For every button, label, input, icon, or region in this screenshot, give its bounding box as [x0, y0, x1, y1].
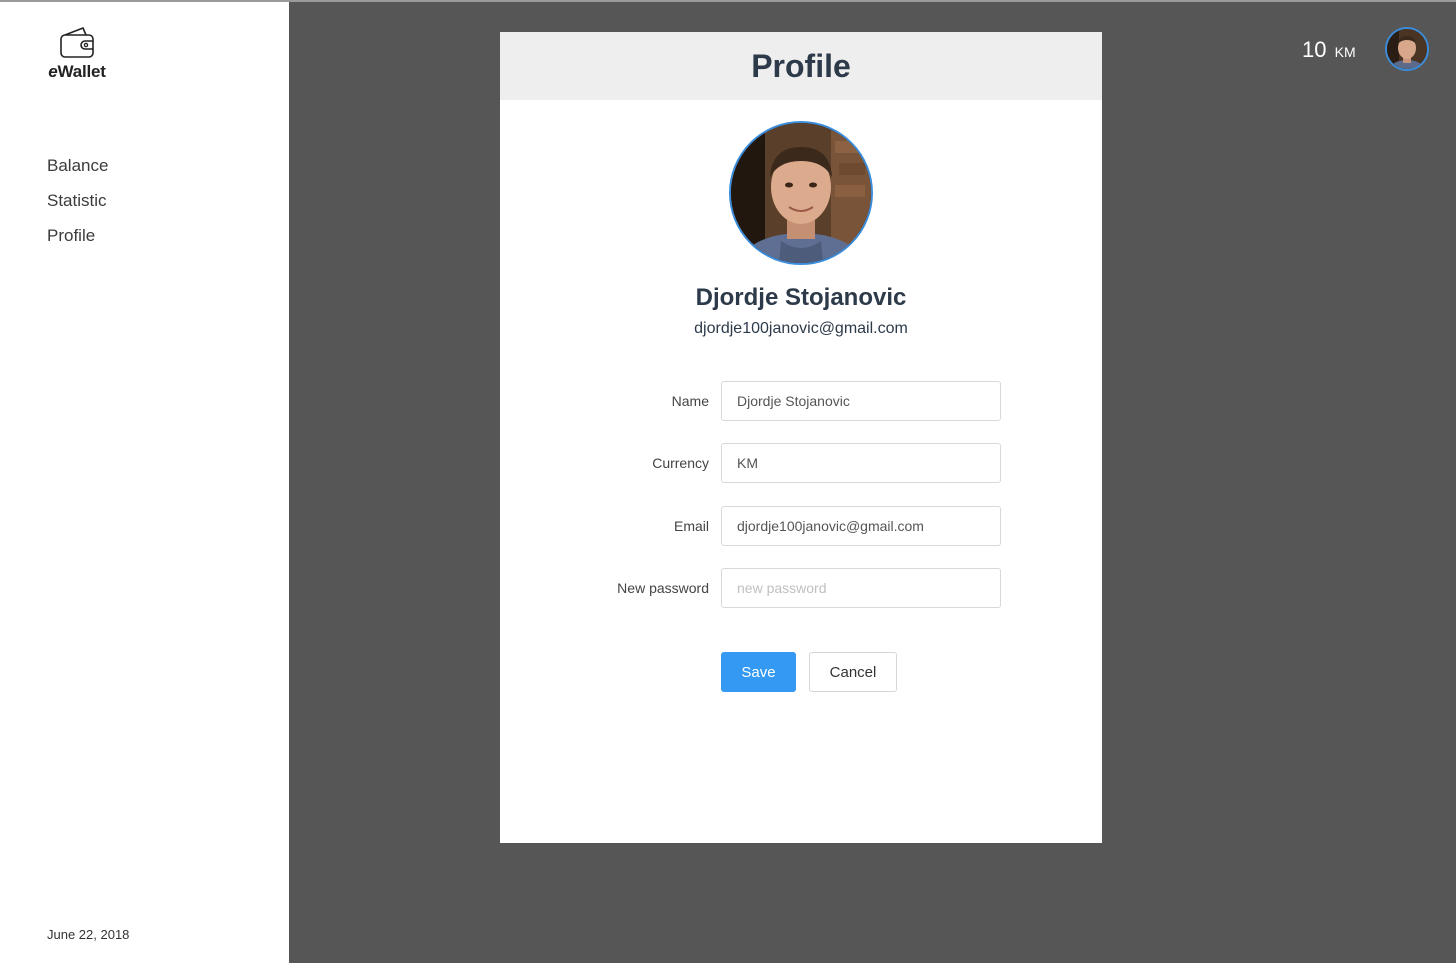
app-name: eWallet [48, 62, 106, 81]
password-row: New password [500, 568, 1102, 608]
profile-email: djordje100janovic@gmail.com [694, 320, 908, 337]
current-date: June 22, 2018 [47, 927, 130, 942]
balance-amount: 10 [1302, 37, 1327, 62]
card-header: Profile [500, 32, 1102, 100]
sidebar: eWallet Balance Statistic Profile June 2… [0, 2, 289, 963]
balance-display: 10 KM [1302, 37, 1356, 63]
sidebar-item-balance[interactable]: Balance [47, 156, 108, 191]
user-avatar[interactable] [1385, 27, 1429, 71]
email-label: Email [673, 518, 709, 534]
sidebar-nav: Balance Statistic Profile [47, 156, 108, 261]
app-logo[interactable]: eWallet [46, 26, 108, 82]
profile-photo-image [731, 123, 871, 263]
cancel-button[interactable]: Cancel [809, 652, 897, 692]
name-input[interactable] [721, 381, 1001, 421]
name-row: Name [500, 381, 1102, 421]
wallet-icon [60, 27, 94, 58]
sidebar-item-statistic[interactable]: Statistic [47, 191, 108, 226]
balance-currency: KM [1334, 44, 1356, 60]
password-input[interactable] [721, 568, 1001, 608]
profile-card: Profile Djordje Stojanovic djordje100jan… [500, 32, 1102, 843]
name-label: Name [671, 393, 709, 409]
currency-input[interactable] [721, 443, 1001, 483]
save-button[interactable]: Save [721, 652, 796, 692]
currency-row: Currency [500, 443, 1102, 483]
password-label: New password [617, 580, 709, 596]
avatar-photo [1387, 29, 1427, 69]
profile-photo[interactable] [729, 121, 873, 265]
email-input[interactable] [721, 506, 1001, 546]
page-title: Profile [751, 47, 851, 84]
sidebar-item-profile[interactable]: Profile [47, 226, 108, 261]
email-row: Email [500, 506, 1102, 546]
currency-label: Currency [652, 455, 709, 471]
profile-name: Djordje Stojanovic [695, 284, 907, 311]
